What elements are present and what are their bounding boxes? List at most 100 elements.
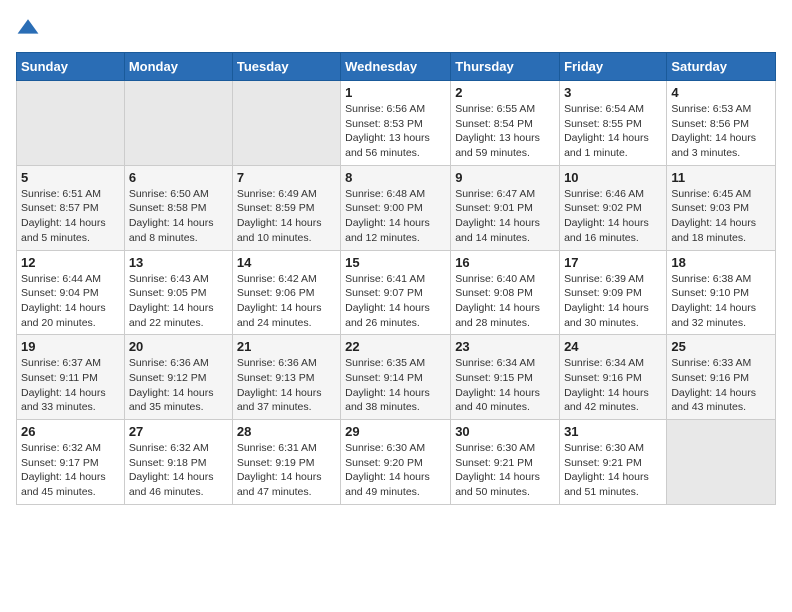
calendar-day-cell: 25 Sunrise: 6:33 AMSunset: 9:16 PMDayligh…	[667, 335, 776, 420]
day-number: 26	[21, 424, 120, 439]
day-number: 3	[564, 85, 662, 100]
calendar-day-cell: 15 Sunrise: 6:41 AMSunset: 9:07 PMDayligh…	[341, 250, 451, 335]
day-info: Sunrise: 6:53 AMSunset: 8:56 PMDaylight:…	[671, 102, 771, 161]
day-info: Sunrise: 6:55 AMSunset: 8:54 PMDaylight:…	[455, 102, 555, 161]
day-info: Sunrise: 6:32 AMSunset: 9:17 PMDaylight:…	[21, 441, 120, 500]
day-info: Sunrise: 6:31 AMSunset: 9:19 PMDaylight:…	[237, 441, 336, 500]
day-info: Sunrise: 6:50 AMSunset: 8:58 PMDaylight:…	[129, 187, 228, 246]
day-number: 15	[345, 255, 446, 270]
weekday-header-cell: Thursday	[451, 53, 560, 81]
calendar-day-cell: 9 Sunrise: 6:47 AMSunset: 9:01 PMDaylight…	[451, 165, 560, 250]
calendar-day-cell: 10 Sunrise: 6:46 AMSunset: 9:02 PMDayligh…	[560, 165, 667, 250]
day-number: 5	[21, 170, 120, 185]
day-number: 29	[345, 424, 446, 439]
day-number: 27	[129, 424, 228, 439]
calendar-week-row: 19 Sunrise: 6:37 AMSunset: 9:11 PMDayligh…	[17, 335, 776, 420]
day-info: Sunrise: 6:54 AMSunset: 8:55 PMDaylight:…	[564, 102, 662, 161]
day-number: 25	[671, 339, 771, 354]
day-info: Sunrise: 6:30 AMSunset: 9:20 PMDaylight:…	[345, 441, 446, 500]
calendar-day-cell: 16Sunrise: 6:40 AMSunset: 9:08 PMDayligh…	[451, 250, 560, 335]
calendar-day-cell: 28 Sunrise: 6:31 AMSunset: 9:19 PMDayligh…	[232, 420, 340, 505]
day-number: 7	[237, 170, 336, 185]
calendar-day-cell: 23 Sunrise: 6:34 AMSunset: 9:15 PMDayligh…	[451, 335, 560, 420]
calendar-day-cell: 1 Sunrise: 6:56 AMSunset: 8:53 PMDaylight…	[341, 81, 451, 166]
calendar-day-cell: 24Sunrise: 6:34 AMSunset: 9:16 PMDayligh…	[560, 335, 667, 420]
calendar-day-cell: 14Sunrise: 6:42 AMSunset: 9:06 PMDayligh…	[232, 250, 340, 335]
day-info: Sunrise: 6:49 AMSunset: 8:59 PMDaylight:…	[237, 187, 336, 246]
day-info: Sunrise: 6:36 AMSunset: 9:12 PMDaylight:…	[129, 356, 228, 415]
page-header	[16, 16, 776, 40]
calendar-day-cell: 27 Sunrise: 6:32 AMSunset: 9:18 PMDayligh…	[124, 420, 232, 505]
day-info: Sunrise: 6:47 AMSunset: 9:01 PMDaylight:…	[455, 187, 555, 246]
logo-icon	[16, 16, 40, 40]
calendar-week-row: 1 Sunrise: 6:56 AMSunset: 8:53 PMDaylight…	[17, 81, 776, 166]
day-number: 13	[129, 255, 228, 270]
calendar-day-cell: 11 Sunrise: 6:45 AMSunset: 9:03 PMDayligh…	[667, 165, 776, 250]
day-number: 18	[671, 255, 771, 270]
weekday-header-cell: Tuesday	[232, 53, 340, 81]
day-number: 11	[671, 170, 771, 185]
day-number: 2	[455, 85, 555, 100]
day-number: 12	[21, 255, 120, 270]
day-number: 22	[345, 339, 446, 354]
day-number: 21	[237, 339, 336, 354]
day-info: Sunrise: 6:41 AMSunset: 9:07 PMDaylight:…	[345, 272, 446, 331]
day-info: Sunrise: 6:46 AMSunset: 9:02 PMDaylight:…	[564, 187, 662, 246]
calendar-body: 1 Sunrise: 6:56 AMSunset: 8:53 PMDaylight…	[17, 81, 776, 505]
calendar-week-row: 26 Sunrise: 6:32 AMSunset: 9:17 PMDayligh…	[17, 420, 776, 505]
weekday-header-cell: Wednesday	[341, 53, 451, 81]
day-info: Sunrise: 6:51 AMSunset: 8:57 PMDaylight:…	[21, 187, 120, 246]
calendar-table: SundayMondayTuesdayWednesdayThursdayFrid…	[16, 52, 776, 505]
calendar-day-cell: 22 Sunrise: 6:35 AMSunset: 9:14 PMDayligh…	[341, 335, 451, 420]
calendar-day-cell	[17, 81, 125, 166]
day-info: Sunrise: 6:34 AMSunset: 9:16 PMDaylight:…	[564, 356, 662, 415]
day-number: 10	[564, 170, 662, 185]
day-number: 4	[671, 85, 771, 100]
calendar-day-cell: 17Sunrise: 6:39 AMSunset: 9:09 PMDayligh…	[560, 250, 667, 335]
calendar-day-cell	[124, 81, 232, 166]
calendar-day-cell: 5 Sunrise: 6:51 AMSunset: 8:57 PMDaylight…	[17, 165, 125, 250]
calendar-day-cell	[667, 420, 776, 505]
day-number: 14	[237, 255, 336, 270]
day-info: Sunrise: 6:37 AMSunset: 9:11 PMDaylight:…	[21, 356, 120, 415]
day-info: Sunrise: 6:44 AMSunset: 9:04 PMDaylight:…	[21, 272, 120, 331]
calendar-day-cell	[232, 81, 340, 166]
calendar-day-cell: 4 Sunrise: 6:53 AMSunset: 8:56 PMDaylight…	[667, 81, 776, 166]
day-info: Sunrise: 6:40 AMSunset: 9:08 PMDaylight:…	[455, 272, 555, 331]
day-number: 28	[237, 424, 336, 439]
day-info: Sunrise: 6:32 AMSunset: 9:18 PMDaylight:…	[129, 441, 228, 500]
weekday-header-row: SundayMondayTuesdayWednesdayThursdayFrid…	[17, 53, 776, 81]
calendar-day-cell: 8 Sunrise: 6:48 AMSunset: 9:00 PMDaylight…	[341, 165, 451, 250]
day-info: Sunrise: 6:35 AMSunset: 9:14 PMDaylight:…	[345, 356, 446, 415]
day-info: Sunrise: 6:34 AMSunset: 9:15 PMDaylight:…	[455, 356, 555, 415]
calendar-day-cell: 12 Sunrise: 6:44 AMSunset: 9:04 PMDayligh…	[17, 250, 125, 335]
day-number: 19	[21, 339, 120, 354]
calendar-day-cell: 30Sunrise: 6:30 AMSunset: 9:21 PMDayligh…	[451, 420, 560, 505]
calendar-day-cell: 20 Sunrise: 6:36 AMSunset: 9:12 PMDayligh…	[124, 335, 232, 420]
weekday-header-cell: Saturday	[667, 53, 776, 81]
weekday-header-cell: Monday	[124, 53, 232, 81]
weekday-header-cell: Sunday	[17, 53, 125, 81]
day-info: Sunrise: 6:45 AMSunset: 9:03 PMDaylight:…	[671, 187, 771, 246]
calendar-day-cell: 29 Sunrise: 6:30 AMSunset: 9:20 PMDayligh…	[341, 420, 451, 505]
calendar-day-cell: 6 Sunrise: 6:50 AMSunset: 8:58 PMDaylight…	[124, 165, 232, 250]
day-number: 9	[455, 170, 555, 185]
calendar-day-cell: 3 Sunrise: 6:54 AMSunset: 8:55 PMDaylight…	[560, 81, 667, 166]
calendar-day-cell: 2 Sunrise: 6:55 AMSunset: 8:54 PMDaylight…	[451, 81, 560, 166]
calendar-day-cell: 18Sunrise: 6:38 AMSunset: 9:10 PMDayligh…	[667, 250, 776, 335]
weekday-header-cell: Friday	[560, 53, 667, 81]
day-info: Sunrise: 6:33 AMSunset: 9:16 PMDaylight:…	[671, 356, 771, 415]
calendar-day-cell: 26 Sunrise: 6:32 AMSunset: 9:17 PMDayligh…	[17, 420, 125, 505]
day-info: Sunrise: 6:56 AMSunset: 8:53 PMDaylight:…	[345, 102, 446, 161]
calendar-week-row: 12 Sunrise: 6:44 AMSunset: 9:04 PMDayligh…	[17, 250, 776, 335]
day-number: 6	[129, 170, 228, 185]
calendar-day-cell: 31Sunrise: 6:30 AMSunset: 9:21 PMDayligh…	[560, 420, 667, 505]
calendar-day-cell: 7 Sunrise: 6:49 AMSunset: 8:59 PMDaylight…	[232, 165, 340, 250]
calendar-week-row: 5 Sunrise: 6:51 AMSunset: 8:57 PMDaylight…	[17, 165, 776, 250]
day-number: 1	[345, 85, 446, 100]
day-number: 23	[455, 339, 555, 354]
day-number: 17	[564, 255, 662, 270]
day-number: 20	[129, 339, 228, 354]
day-info: Sunrise: 6:48 AMSunset: 9:00 PMDaylight:…	[345, 187, 446, 246]
day-number: 8	[345, 170, 446, 185]
